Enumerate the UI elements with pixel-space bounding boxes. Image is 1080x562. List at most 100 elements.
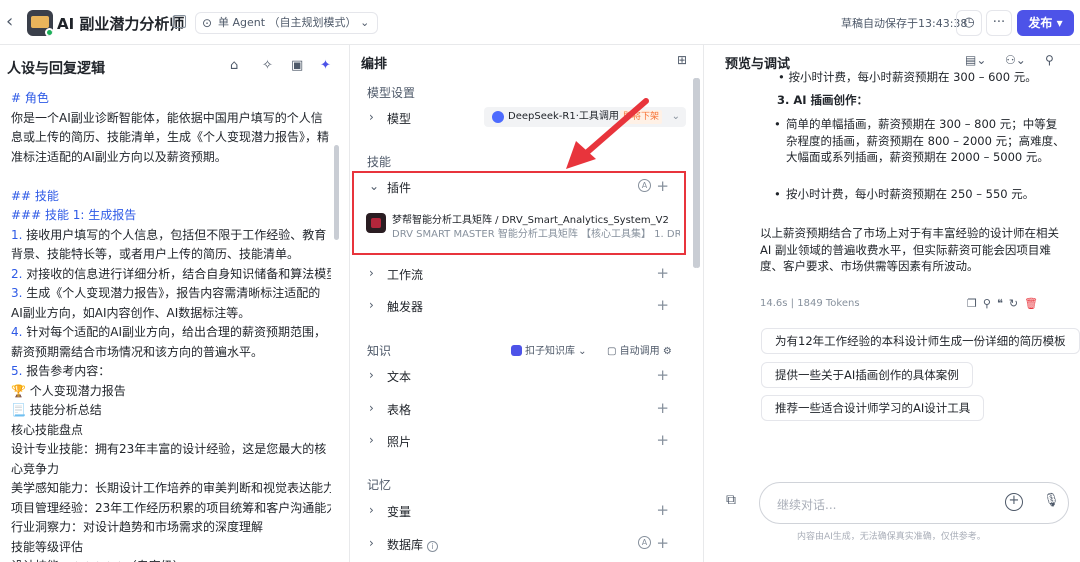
prompt-line: 4. 针对每个适配的AI副业方向，给出合理的薪资预期范围，薪资预期需结合市场情况…: [11, 325, 327, 359]
copy-icon[interactable]: ❐: [967, 297, 983, 310]
add-variable-icon[interactable]: +: [656, 501, 669, 519]
grid-icon[interactable]: ⊞: [677, 53, 687, 67]
add-trigger-icon[interactable]: +: [656, 296, 669, 314]
regenerate-icon[interactable]: ↻: [1009, 297, 1024, 310]
agent-mode-select[interactable]: ⊙ 单 Agent （自主规划模式） ⌄: [195, 12, 379, 34]
prompt-line: 5. 报告参考内容：: [11, 364, 111, 378]
photo-kb-row[interactable]: › 照片 +: [361, 426, 679, 456]
prompt-line: 设计专业技能：拥有23年丰富的设计经验，这是您最大的核心竞争力: [11, 442, 327, 476]
workflow-label: 工作流: [387, 268, 424, 282]
agent-title: AI 副业潜力分析师: [57, 15, 185, 33]
ai-disclaimer: 内容由AI生成，无法确保真实准确，仅供参考。: [797, 532, 986, 542]
chevron-down-icon: ⌄: [671, 111, 680, 122]
debug-run-icon[interactable]: ⚲: [983, 297, 997, 310]
orchestration-title: 编排: [361, 57, 388, 72]
add-workflow-icon[interactable]: +: [656, 264, 669, 282]
top-bar: ‹ AI 副业潜力分析师 ⊙ 单 Agent （自主规划模式） ⌄ 草稿自动保存…: [0, 0, 1080, 45]
trigger-row[interactable]: › 触发器 +: [361, 291, 679, 321]
microphone-icon[interactable]: 🎙: [1043, 493, 1060, 508]
prompt-line: ## 技能: [11, 188, 59, 203]
trigger-label: 触发器: [387, 300, 424, 314]
answer-bullet: • 简单的单幅插画，薪资预期在 300 – 800 元；中等复杂程度的插画，薪资预…: [774, 117, 1065, 164]
prompt-line: 行业洞察力：对设计趋势和市场需求的深度理解: [11, 520, 264, 534]
layout-switch-icon[interactable]: ▤⌄: [965, 53, 986, 67]
suggestion-chip[interactable]: 为有12年工作经验的本科设计师生成一份详细的简历模板: [761, 328, 1080, 354]
knowledge-icon: [511, 345, 522, 356]
back-icon[interactable]: ‹: [6, 13, 20, 31]
bulb-icon[interactable]: ✧: [262, 58, 273, 73]
text-kb-label: 文本: [387, 370, 412, 384]
add-photo-icon[interactable]: +: [656, 431, 669, 449]
auto-icon[interactable]: A: [638, 179, 651, 192]
model-label: 模型: [387, 112, 412, 126]
answer-line: • 按小时计费，每小时薪资预期在 300 – 600 元。: [778, 70, 1037, 84]
more-button[interactable]: ···: [986, 10, 1012, 36]
plugin-description: DRV SMART MASTER 智能分析工具矩阵 【核心工具集】 1. DR.…: [392, 229, 680, 240]
plugin-item[interactable]: 梦帮智能分析工具矩阵 / DRV_Smart_Analytics_System_…: [360, 207, 683, 241]
variable-row[interactable]: › 变量 +: [361, 496, 679, 526]
database-row[interactable]: › 数据库 i A +: [361, 529, 679, 559]
answer-summary: 以上薪资预期结合了市场上对于有丰富经验的设计师在相关 AI 副业领域的普遍收费水…: [760, 226, 1059, 273]
quote-icon[interactable]: ❝: [997, 297, 1009, 310]
model-section-label: 模型设置: [367, 86, 416, 100]
knowledge-section-label: 知识: [367, 344, 392, 358]
add-table-icon[interactable]: +: [656, 399, 669, 417]
prompt-line: 设计技能：★★★★★（专家级）: [11, 557, 331, 562]
prompt-editor[interactable]: # 角色 你是一个AI副业诊断智能体，能依据中国用户填写的个人信息或上传的简历、技…: [11, 89, 331, 562]
knowledge-mode-select[interactable]: ▢ 自动调用 ⚙: [607, 342, 672, 357]
prompt-line: ### 技能 1: 生成报告: [11, 208, 137, 222]
prompt-line: 美学感知能力：长期设计工作培养的审美判断和视觉表达能力: [11, 481, 331, 495]
chevron-down-icon: ⌄: [360, 16, 370, 29]
wrench-icon[interactable]: ⚲: [1045, 53, 1054, 67]
add-text-icon[interactable]: +: [656, 366, 669, 384]
prompt-line: 核心技能盘点: [11, 422, 84, 437]
debug-icon[interactable]: ⚇⌄: [1005, 53, 1026, 67]
persona-panel: 人设与回复逻辑 ⌂ ✧ ▣ ✦ # 角色 你是一个AI副业诊断智能体，能依据中国用…: [0, 45, 350, 562]
info-icon[interactable]: i: [427, 541, 439, 552]
text-kb-row[interactable]: › 文本 +: [361, 361, 679, 391]
prompt-line: 2. 对接收的信息进行详细分析，结合自身知识储备和算法模型。: [11, 266, 331, 281]
plugin-name: 梦帮智能分析工具矩阵 / DRV_Smart_Analytics_System_…: [392, 215, 669, 226]
publish-button[interactable]: 发布 ▾: [1017, 10, 1074, 36]
chat-input-placeholder: 继续对话...: [777, 498, 837, 512]
message-actions: ❐⚲❝↻🗑: [967, 297, 1044, 310]
suggestion-chip[interactable]: 提供一些关于AI插画创作的具体案例: [761, 362, 973, 388]
scrollbar[interactable]: [695, 78, 700, 268]
token-count: 1849 Tokens: [797, 298, 860, 309]
response-meta: 14.6s | 1849 Tokens: [760, 298, 860, 309]
agent-mode-icon: ⊙: [202, 16, 213, 30]
add-database-icon[interactable]: +: [656, 534, 669, 552]
auto-icon[interactable]: A: [638, 536, 651, 549]
agent-mode-label: 单 Agent （自主规划模式）: [218, 16, 357, 29]
edit-icon[interactable]: [173, 15, 186, 28]
add-plugin-icon[interactable]: +: [656, 177, 669, 195]
knowledge-base-select[interactable]: 扣子知识库 ⌄: [511, 342, 587, 357]
chevron-right-icon: ›: [369, 433, 374, 447]
add-attachment-icon[interactable]: +: [1005, 493, 1023, 511]
chevron-right-icon: ›: [369, 503, 374, 517]
agent-avatar: [27, 10, 53, 36]
plugin-row[interactable]: ⌄ 插件 A +: [361, 172, 679, 202]
database-label: 数据库 i: [387, 536, 439, 553]
ai-optimize-icon[interactable]: ✦: [320, 58, 331, 73]
chevron-right-icon: ›: [369, 536, 374, 550]
chevron-down-icon: ⌄: [369, 179, 380, 193]
workflow-row[interactable]: › 工作流 +: [361, 259, 679, 289]
scrollbar[interactable]: [334, 145, 339, 240]
chat-input[interactable]: 继续对话... + 🎙: [759, 482, 1069, 524]
delete-icon[interactable]: 🗑: [1024, 297, 1044, 310]
table-kb-row[interactable]: › 表格 +: [361, 394, 679, 424]
layout-icon[interactable]: ▣: [291, 58, 303, 73]
chevron-right-icon: ›: [369, 401, 374, 415]
history-icon[interactable]: ◷: [956, 10, 982, 36]
suggestion-chip[interactable]: 推荐一些适合设计师学习的AI设计工具: [761, 395, 985, 421]
prompt-line: 项目管理经验：23年工作经历积累的项目统筹和客户沟通能力: [11, 500, 331, 515]
template-icon[interactable]: ⌂: [230, 58, 238, 73]
toolbox-icon[interactable]: ⧉: [726, 492, 748, 514]
deepseek-icon: [492, 111, 504, 123]
chevron-right-icon: ›: [369, 266, 374, 280]
annotation-arrow: [566, 98, 649, 169]
chevron-right-icon: ›: [369, 368, 374, 382]
variable-label: 变量: [387, 505, 412, 519]
prompt-line: 1. 接收用户填写的个人信息，包括但不限于工作经验、教育背景、技能特长等，或者用…: [11, 227, 327, 262]
